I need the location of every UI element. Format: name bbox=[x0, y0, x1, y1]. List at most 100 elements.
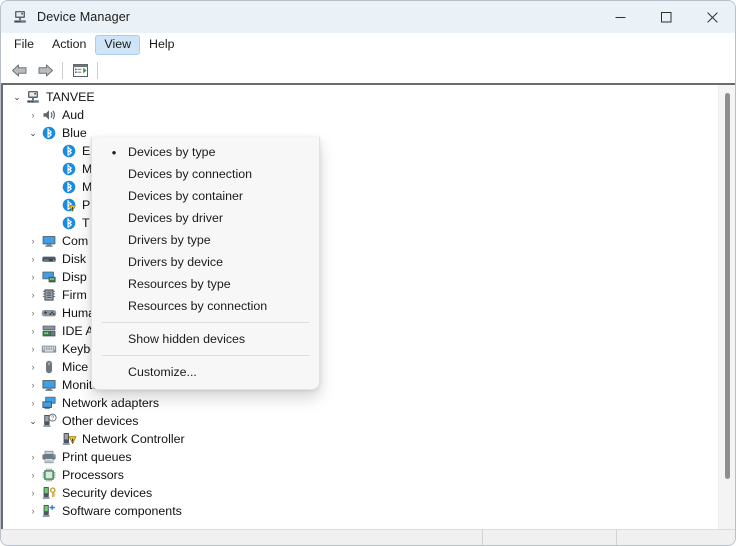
security-device-icon bbox=[41, 485, 57, 501]
menu-item-resources-by-type[interactable]: Resources by type bbox=[92, 273, 319, 295]
menu-action[interactable]: Action bbox=[43, 35, 95, 54]
chevron-right-icon[interactable]: › bbox=[25, 233, 41, 249]
tree-node-label: Processors bbox=[62, 468, 124, 482]
tree-node-label: Software components bbox=[62, 504, 182, 518]
chevron-right-icon[interactable]: › bbox=[25, 449, 41, 465]
network-adapter-icon bbox=[41, 395, 57, 411]
tree-node-label: Security devices bbox=[62, 486, 153, 500]
bluetooth-warning-icon bbox=[61, 197, 77, 213]
close-button[interactable] bbox=[689, 1, 735, 33]
scrollbar-thumb[interactable] bbox=[725, 93, 730, 479]
maximize-button[interactable] bbox=[643, 1, 689, 33]
speaker-icon bbox=[41, 107, 57, 123]
tree-node-print-queues[interactable]: › Print queues bbox=[3, 448, 717, 466]
menu-item-label: Devices by connection bbox=[128, 166, 252, 181]
software-component-icon bbox=[41, 503, 57, 519]
tree-node-label: Other devices bbox=[62, 414, 139, 428]
chevron-right-icon[interactable]: › bbox=[25, 503, 41, 519]
chevron-right-icon[interactable]: › bbox=[25, 251, 41, 267]
menu-item-devices-by-container[interactable]: Devices by container bbox=[92, 185, 319, 207]
tree-node-audio[interactable]: › Aud bbox=[3, 106, 717, 124]
vertical-scrollbar[interactable] bbox=[718, 85, 735, 529]
menu-item-devices-by-driver[interactable]: Devices by driver bbox=[92, 207, 319, 229]
minimize-button[interactable] bbox=[597, 1, 643, 33]
menu-item-devices-by-type[interactable]: • Devices by type bbox=[92, 141, 319, 163]
menu-item-label: Devices by type bbox=[128, 144, 216, 159]
menu-item-customize[interactable]: Customize... bbox=[92, 361, 319, 383]
content-area: ⌄ TANVEE › Aud ⌄ Blue E M M P T › Com › … bbox=[1, 83, 735, 529]
gamepad-icon bbox=[41, 305, 57, 321]
menu-item-devices-by-connection[interactable]: Devices by connection bbox=[92, 163, 319, 185]
keyboard-icon bbox=[41, 341, 57, 357]
chevron-right-icon[interactable]: › bbox=[25, 287, 41, 303]
tree-node-label: Aud bbox=[62, 108, 85, 122]
forward-button[interactable] bbox=[32, 59, 58, 81]
menu-item-show-hidden-devices[interactable]: Show hidden devices bbox=[92, 328, 319, 350]
menu-help[interactable]: Help bbox=[140, 35, 183, 54]
chevron-right-icon[interactable]: › bbox=[25, 305, 41, 321]
arrow-right-icon bbox=[37, 63, 54, 78]
tree-node-label: T bbox=[82, 216, 90, 230]
title-bar: Device Manager bbox=[1, 1, 735, 33]
tree-node-software-components[interactable]: › Software components bbox=[3, 502, 717, 520]
tree-node-security-devices[interactable]: › Security devices bbox=[3, 484, 717, 502]
bluetooth-icon bbox=[61, 215, 77, 231]
chevron-right-icon[interactable]: › bbox=[25, 269, 41, 285]
chevron-down-icon[interactable]: ⌄ bbox=[25, 413, 41, 429]
status-pane-secondary bbox=[483, 530, 617, 545]
chevron-right-icon[interactable]: › bbox=[25, 107, 41, 123]
chevron-down-icon[interactable]: ⌄ bbox=[25, 125, 41, 141]
status-bar bbox=[1, 529, 735, 545]
back-button[interactable] bbox=[6, 59, 32, 81]
menu-item-resources-by-connection[interactable]: Resources by connection bbox=[92, 295, 319, 317]
toolbar-separator-2 bbox=[97, 61, 98, 79]
ide-controller-icon bbox=[41, 323, 57, 339]
tree-node-label: E bbox=[82, 144, 91, 158]
menu-separator-1 bbox=[102, 322, 309, 323]
svg-text:?: ? bbox=[51, 416, 54, 422]
menu-item-label: Drivers by type bbox=[128, 232, 211, 247]
bluetooth-icon bbox=[61, 179, 77, 195]
chevron-right-icon[interactable]: › bbox=[25, 359, 41, 375]
properties-button[interactable] bbox=[67, 59, 93, 81]
chevron-right-icon[interactable]: › bbox=[25, 395, 41, 411]
firmware-icon bbox=[41, 287, 57, 303]
chevron-right-icon[interactable]: › bbox=[25, 323, 41, 339]
menu-item-drivers-by-device[interactable]: Drivers by device bbox=[92, 251, 319, 273]
arrow-left-icon bbox=[11, 63, 28, 78]
tree-node-label: Print queues bbox=[62, 450, 132, 464]
tree-node-label: P bbox=[82, 198, 91, 212]
tree-node-label: Firm bbox=[62, 288, 87, 302]
menu-item-label: Devices by driver bbox=[128, 210, 224, 225]
display-adapter-icon bbox=[41, 269, 57, 285]
tree-node-label: Network adapters bbox=[62, 396, 160, 410]
menu-separator-2 bbox=[102, 355, 309, 356]
tree-node-network-controller[interactable]: Network Controller bbox=[3, 430, 717, 448]
menu-bar: File Action View Help bbox=[1, 33, 735, 57]
chevron-right-icon[interactable]: › bbox=[25, 485, 41, 501]
menu-item-drivers-by-type[interactable]: Drivers by type bbox=[92, 229, 319, 251]
chevron-right-icon[interactable]: › bbox=[25, 377, 41, 393]
tree-node-label: Network Controller bbox=[82, 432, 185, 446]
tree-node-network-adapters[interactable]: › Network adapters bbox=[3, 394, 717, 412]
tree-node-other-devices[interactable]: ⌄ ? Other devices bbox=[3, 412, 717, 430]
chevron-right-icon[interactable]: › bbox=[25, 467, 41, 483]
menu-item-label: Drivers by device bbox=[128, 254, 224, 269]
chevron-down-icon[interactable]: ⌄ bbox=[9, 89, 25, 105]
properties-icon bbox=[72, 63, 89, 78]
toolbar bbox=[1, 57, 735, 83]
tree-node-tanvee[interactable]: ⌄ TANVEE bbox=[3, 88, 717, 106]
tree-node-processors[interactable]: › Processors bbox=[3, 466, 717, 484]
toolbar-separator-1 bbox=[62, 61, 63, 79]
monitor-icon bbox=[41, 233, 57, 249]
menu-item-label: Resources by connection bbox=[128, 298, 268, 313]
monitor-icon bbox=[41, 377, 57, 393]
disk-icon bbox=[41, 251, 57, 267]
menu-item-label: Devices by container bbox=[128, 188, 244, 203]
bluetooth-icon bbox=[61, 143, 77, 159]
chevron-right-icon[interactable]: › bbox=[25, 341, 41, 357]
menu-file[interactable]: File bbox=[5, 35, 43, 54]
menu-view[interactable]: View bbox=[95, 35, 141, 55]
device-manager-icon bbox=[12, 9, 28, 25]
bullet-icon: • bbox=[111, 144, 117, 160]
